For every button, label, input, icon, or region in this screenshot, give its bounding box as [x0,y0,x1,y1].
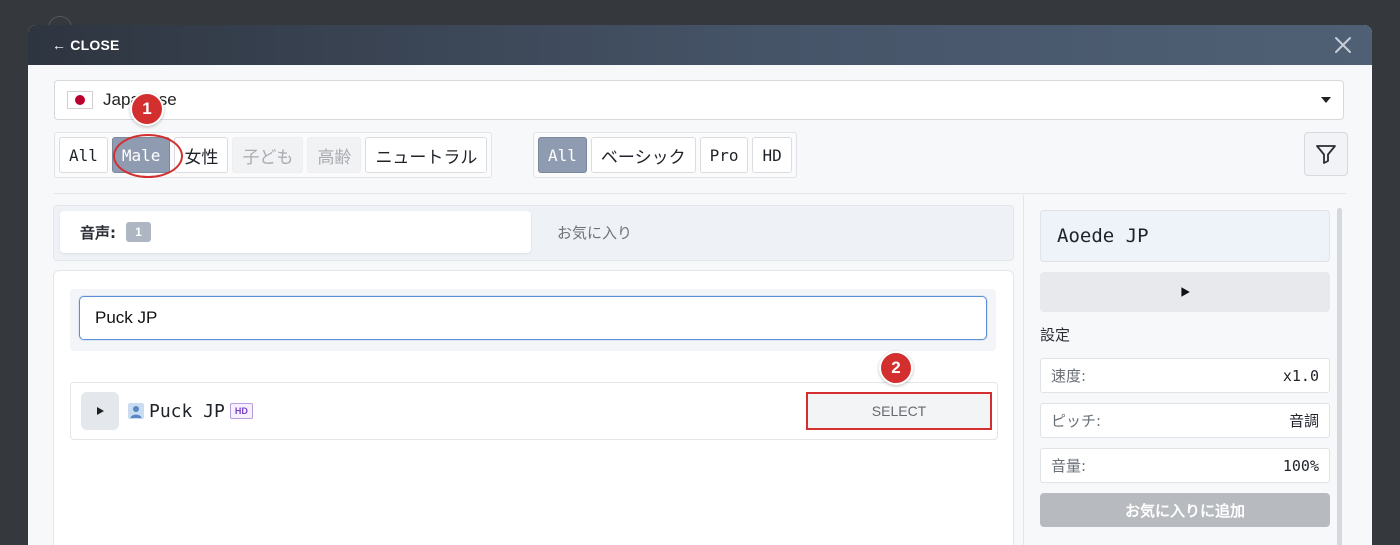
speed-setting[interactable]: 速度: x1.0 [1040,358,1330,393]
step-badge-2: 2 [879,351,913,385]
voice-selector-modal: ← CLOSE Japanese All Male 女性 子ども 高齢 ニュート… [28,25,1372,545]
speed-label: 速度: [1051,367,1087,385]
close-x-icon[interactable] [1334,36,1352,54]
volume-value: 100% [1282,456,1319,475]
select-voice-button[interactable]: SELECT [806,392,992,430]
voice-preview-panel: Aoede JP 設定 速度: x1.0 ピッチ: 音調 音量: 100% お気… [1040,210,1330,527]
pitch-setting[interactable]: ピッチ: 音調 [1040,403,1330,438]
language-select[interactable]: Japanese [54,80,1344,120]
gender-filter-all[interactable]: All [59,137,108,173]
divider [54,193,1346,194]
tier-filter-all[interactable]: All [538,137,587,173]
pitch-value: 音調 [1288,412,1319,430]
tier-filter-hd[interactable]: HD [752,137,792,173]
voice-list-item[interactable]: Puck JP HD SELECT [70,382,998,440]
play-sample-button[interactable] [81,392,119,430]
modal-header: ← CLOSE [28,25,1372,65]
volume-setting[interactable]: 音量: 100% [1040,448,1330,483]
voice-list-panel: Puck JP HD SELECT [53,270,1014,545]
pitch-label: ピッチ: [1051,412,1102,430]
language-select-value: Japanese [103,90,1321,110]
gender-filter-male[interactable]: Male [111,137,171,173]
tier-filter-pro[interactable]: Pro [699,137,749,173]
selected-voice-name: Aoede JP [1040,210,1330,262]
play-icon [97,407,104,415]
voice-name: Puck JP [149,400,225,422]
close-button[interactable]: ← CLOSE [52,37,120,53]
chevron-down-icon [1321,97,1331,103]
settings-title: 設定 [1040,326,1071,344]
speed-value: x1.0 [1282,366,1319,385]
gender-filter-child[interactable]: 子ども [232,137,304,173]
volume-label: 音量: [1051,457,1087,475]
tabs-bar: 音声: 1 お気に入り [53,205,1014,261]
user-icon [128,403,144,419]
tab-voices[interactable]: 音声: 1 [60,211,531,253]
add-to-favorites-button[interactable]: お気に入りに追加 [1040,493,1330,527]
tab-voices-label: 音声: [80,223,116,242]
preview-play-button[interactable] [1040,272,1330,312]
filter-icon [1316,145,1336,164]
tier-filter-group: All ベーシック Pro HD [533,132,797,178]
step-badge-1: 1 [130,92,164,126]
japan-flag-icon [67,91,93,109]
filter-button[interactable] [1304,132,1348,176]
scrollbar[interactable] [1337,208,1342,545]
search-input[interactable] [79,296,987,340]
gender-filter-elderly[interactable]: 高齢 [307,137,362,173]
tab-favorites[interactable]: お気に入り [557,211,632,253]
voices-count-badge: 1 [126,222,151,242]
gender-filter-neutral[interactable]: ニュートラル [365,137,488,173]
hd-badge: HD [229,403,253,419]
play-icon [1181,287,1190,297]
gender-filter-group: All Male 女性 子ども 高齢 ニュートラル [54,132,493,178]
search-container [70,289,996,351]
panel-divider [1023,195,1024,545]
tier-filter-basic[interactable]: ベーシック [590,137,696,173]
gender-filter-female[interactable]: 女性 [174,137,229,173]
